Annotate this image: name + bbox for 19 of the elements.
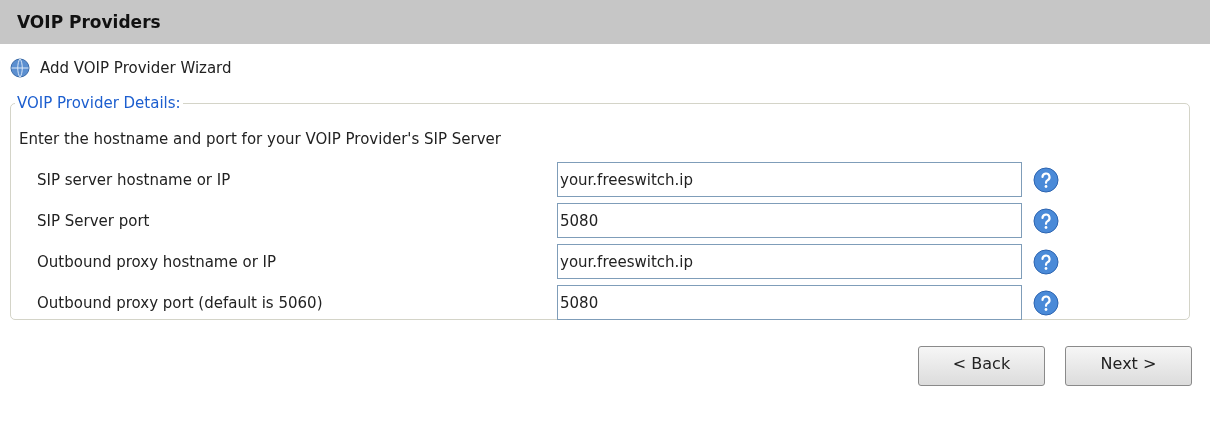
help-icon[interactable] bbox=[1033, 248, 1059, 275]
input-field[interactable]: 5080 bbox=[557, 203, 1022, 238]
next-button[interactable]: Next > bbox=[1065, 346, 1192, 386]
globe-icon bbox=[10, 58, 30, 78]
panel-description: Enter the hostname and port for your VOIP Provider's SIP Server bbox=[18, 129, 502, 148]
input-field[interactable]: your.freeswitch.ip bbox=[557, 244, 1022, 279]
field-label: Outbound proxy hostname or IP bbox=[36, 252, 278, 271]
panel-legend: VOIP Provider Details: bbox=[15, 94, 183, 112]
field-label: Outbound proxy port (default is 5060) bbox=[36, 293, 324, 312]
input-field[interactable]: 5080 bbox=[557, 285, 1022, 320]
help-icon[interactable] bbox=[1033, 289, 1059, 316]
wizard-title: Add VOIP Provider Wizard bbox=[40, 59, 232, 77]
page-title: VOIP Providers bbox=[17, 12, 161, 32]
field-label: SIP Server port bbox=[36, 211, 151, 230]
help-icon[interactable] bbox=[1033, 166, 1059, 193]
back-button[interactable]: < Back bbox=[918, 346, 1045, 386]
help-icon[interactable] bbox=[1033, 207, 1059, 234]
field-label: SIP server hostname or IP bbox=[36, 170, 232, 189]
input-field[interactable]: your.freeswitch.ip bbox=[557, 162, 1022, 197]
